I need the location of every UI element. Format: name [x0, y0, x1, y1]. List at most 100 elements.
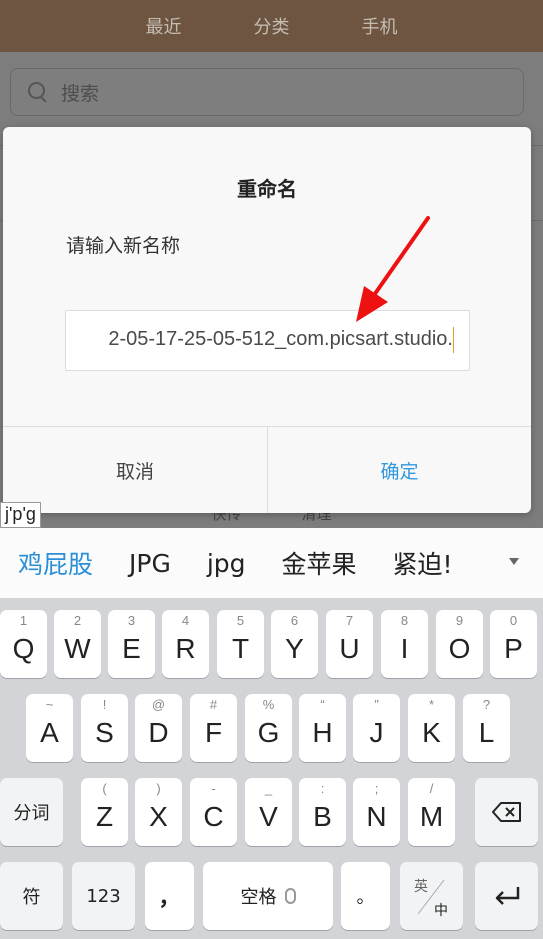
key-j[interactable]: ” J [353, 694, 400, 762]
key-label: X [149, 801, 168, 832]
key-sub-label: ? [482, 697, 491, 712]
key-label: M [419, 801, 444, 832]
backspace-icon [491, 802, 522, 822]
number-key[interactable]: 123 [72, 862, 135, 930]
key-label: 。 [356, 887, 375, 908]
key-y[interactable]: 6Y [271, 610, 318, 678]
key-c[interactable]: -C [190, 778, 237, 846]
key-v[interactable]: _ V [245, 778, 292, 846]
ime-composition: j'p'g [0, 502, 41, 528]
key-sub-label: ) [156, 781, 161, 796]
new-name-input[interactable]: 2-05-17-25-05-512_com.picsart.studio. [65, 310, 470, 371]
key-label: G [257, 717, 280, 748]
candidate-item[interactable]: 鸡屁股 [0, 545, 111, 581]
backspace-key[interactable] [475, 778, 538, 846]
slash-icon [417, 879, 445, 915]
key-label: T [231, 633, 250, 664]
tab-phone[interactable]: 手机 [326, 13, 434, 39]
key-label: F [204, 717, 223, 748]
dialog-title: 重命名 [237, 177, 297, 201]
dialog-prompt: 请输入新名称 [66, 235, 181, 257]
key-l[interactable]: ? L [463, 694, 510, 762]
key-sub-label: 0 [509, 613, 518, 628]
key-sub-label: ” [374, 697, 379, 712]
key-sub-label: @ [151, 697, 166, 712]
cancel-button[interactable]: 取消 [3, 427, 267, 513]
key-label: O [448, 633, 471, 664]
key-e[interactable]: 3E [108, 610, 155, 678]
confirm-button[interactable]: 确定 [268, 427, 531, 513]
new-name-value: 2-05-17-25-05-512_com.picsart.studio. [108, 328, 453, 350]
key-label: D [148, 717, 169, 748]
symbol-key[interactable]: 符 [0, 862, 63, 930]
key-label: L [478, 717, 495, 748]
key-sub-label: 6 [290, 613, 299, 628]
key-label: R [175, 633, 196, 664]
key-m[interactable]: / M [408, 778, 455, 846]
key-label: N [366, 801, 387, 832]
key-sub-label: 8 [400, 613, 409, 628]
key-r[interactable]: 4R [162, 610, 209, 678]
key-s[interactable]: ! S [81, 694, 128, 762]
candidate-item[interactable]: jpg [189, 549, 264, 578]
key-label: U [339, 633, 360, 664]
key-sub-label: ~ [45, 697, 54, 712]
key-label: I [400, 633, 409, 664]
key-o[interactable]: 9O [436, 610, 483, 678]
key-label: C [203, 801, 224, 832]
enter-key[interactable] [475, 862, 538, 930]
segment-key[interactable]: 分词 [0, 778, 63, 846]
key-label: ， [158, 886, 181, 911]
candidate-item[interactable]: 紧迫! [375, 545, 471, 581]
language-switch-key[interactable]: 英 中 [400, 862, 463, 930]
key-sub-label: - [211, 781, 216, 796]
ime-candidate-bar: 鸡屁股 JPG jpg 金苹果 紧迫! [0, 528, 543, 598]
key-t[interactable]: 5T [217, 610, 264, 678]
search-input[interactable]: 搜索 [10, 68, 524, 116]
key-f[interactable]: # F [190, 694, 237, 762]
tab-category[interactable]: 分类 [218, 13, 326, 39]
key-label: Y [285, 633, 304, 664]
key-label: Q [12, 633, 35, 664]
key-b[interactable]: :B [299, 778, 346, 846]
key-sub-label: 3 [127, 613, 136, 628]
key-label: 123 [86, 885, 121, 907]
key-q[interactable]: 1Q [0, 610, 47, 678]
key-sub-label: 5 [236, 613, 245, 628]
key-g[interactable]: % G [245, 694, 292, 762]
keyboard: 1Q 2W 3E 4R 5T 6Y 7U 8I 9O 0P ~ A ! S @ D #… [0, 598, 543, 939]
expand-candidates-icon[interactable] [509, 558, 519, 565]
tab-recent[interactable]: 最近 [110, 13, 218, 39]
key-x[interactable]: ) X [135, 778, 182, 846]
key-a[interactable]: ~ A [26, 694, 73, 762]
space-key[interactable]: 空格 [203, 862, 333, 930]
key-w[interactable]: 2W [54, 610, 101, 678]
key-h[interactable]: “H [299, 694, 346, 762]
key-label: H [312, 717, 333, 748]
key-sub-label: ! [102, 697, 107, 712]
key-label: W [64, 633, 91, 664]
key-n[interactable]: ; N [353, 778, 400, 846]
microphone-icon [284, 888, 296, 904]
text-caret [453, 327, 454, 353]
key-z[interactable]: (Z [81, 778, 128, 846]
key-sub-label: / [429, 781, 434, 796]
rename-dialog: 重命名 请输入新名称 2-05-17-25-05-512_com.picsart… [3, 127, 531, 513]
key-sub-label: : [320, 781, 325, 796]
key-sub-label: _ [264, 781, 273, 796]
period-key[interactable]: 。 [341, 862, 390, 930]
key-sub-label: 1 [19, 613, 28, 628]
key-i[interactable]: 8I [381, 610, 428, 678]
search-placeholder: 搜索 [61, 82, 100, 105]
key-sub-label: ( [102, 781, 107, 796]
key-p[interactable]: 0P [490, 610, 537, 678]
candidate-item[interactable]: 金苹果 [264, 545, 375, 581]
comma-key[interactable]: ， [145, 862, 194, 930]
key-d[interactable]: @ D [135, 694, 182, 762]
search-icon [27, 81, 49, 103]
candidate-item[interactable]: JPG [111, 549, 189, 578]
key-k[interactable]: * K [408, 694, 455, 762]
key-label: A [40, 717, 59, 748]
key-sub-label: 2 [73, 613, 82, 628]
key-u[interactable]: 7U [326, 610, 373, 678]
